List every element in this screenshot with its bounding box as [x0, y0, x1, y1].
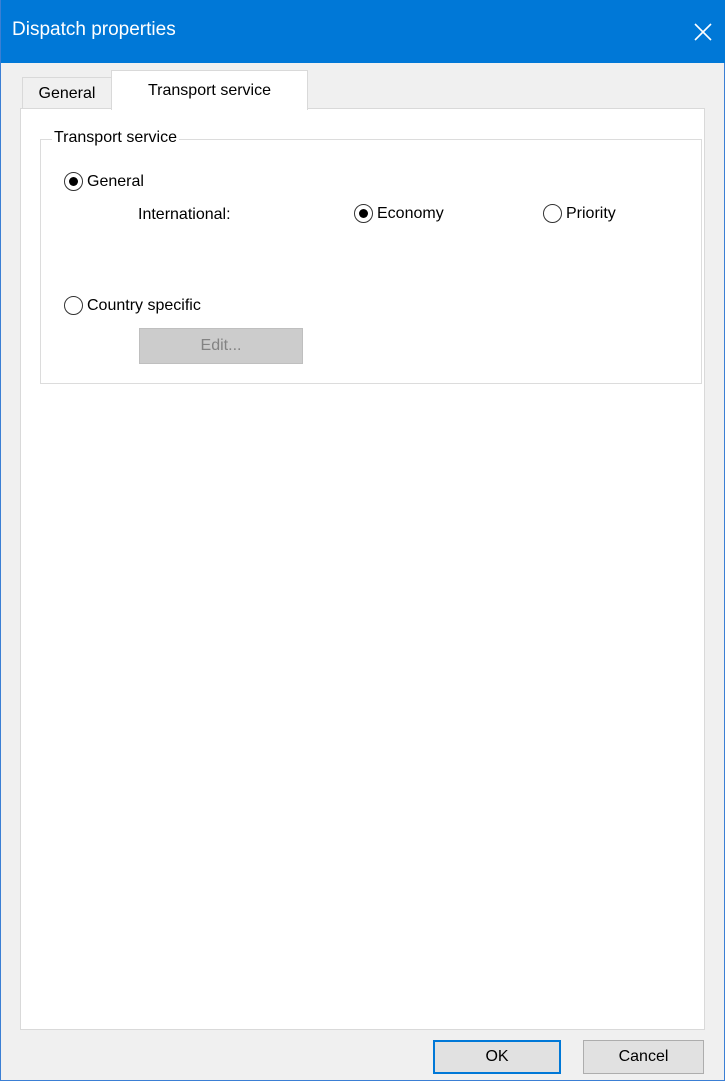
window-title: Dispatch properties — [12, 19, 176, 40]
radio-economy[interactable]: Economy — [354, 204, 444, 223]
title-bar: Dispatch properties — [1, 0, 725, 63]
radio-country-specific-indicator — [64, 296, 83, 315]
tab-transport-service[interactable]: Transport service — [111, 70, 308, 110]
radio-priority[interactable]: Priority — [543, 204, 616, 223]
radio-priority-indicator — [543, 204, 562, 223]
radio-general[interactable]: General — [64, 172, 144, 191]
international-label: International: — [138, 206, 231, 223]
radio-country-specific[interactable]: Country specific — [64, 296, 201, 315]
tab-transport-service-label: Transport service — [148, 81, 271, 99]
radio-general-label: General — [87, 172, 144, 190]
close-icon — [694, 22, 712, 41]
radio-economy-indicator — [354, 204, 373, 223]
radio-general-indicator — [64, 172, 83, 191]
cancel-button-label: Cancel — [618, 1048, 669, 1065]
radio-economy-label: Economy — [377, 204, 444, 222]
edit-button-label: Edit... — [200, 337, 242, 354]
dispatch-properties-dialog: Dispatch properties General Transport se… — [0, 0, 725, 1081]
edit-button[interactable]: Edit... — [139, 328, 303, 364]
cancel-button[interactable]: Cancel — [583, 1040, 704, 1074]
ok-button[interactable]: OK — [433, 1040, 561, 1074]
radio-country-specific-label: Country specific — [87, 296, 201, 314]
tab-general-label: General — [38, 84, 96, 102]
transport-service-group: Transport service General International:… — [40, 129, 702, 384]
close-button[interactable] — [680, 0, 725, 63]
ok-button-label: OK — [485, 1048, 509, 1065]
tab-panel-transport-service: Transport service General International:… — [20, 108, 705, 1030]
tab-general[interactable]: General — [22, 77, 112, 109]
group-legend: Transport service — [52, 129, 179, 147]
radio-priority-label: Priority — [566, 204, 616, 222]
